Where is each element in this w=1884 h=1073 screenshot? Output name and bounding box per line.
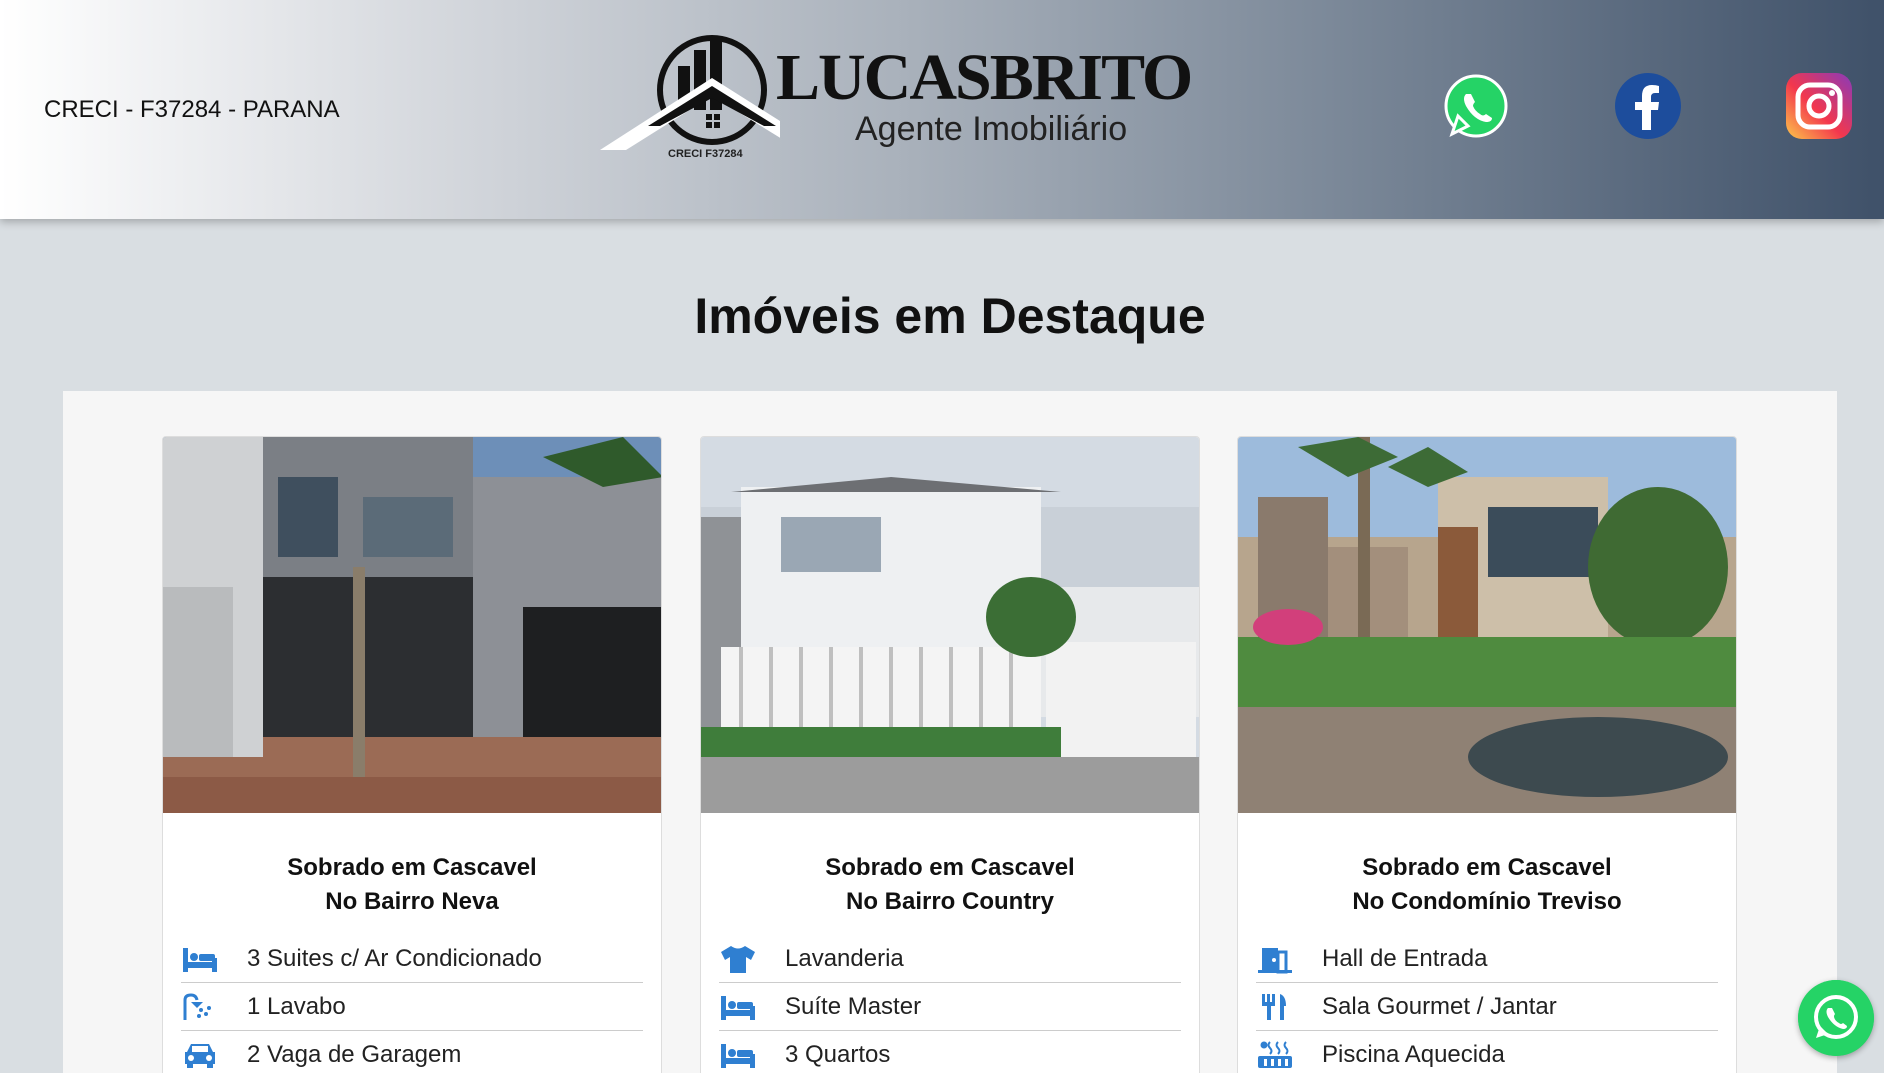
list-item: Lavanderia [719,935,1181,983]
list-item: 3 Suites c/ Ar Condicionado [181,935,643,983]
hot-tub-icon [1258,1040,1292,1068]
card-title-line1: Sobrado em Cascavel [825,854,1075,881]
logo-house-icon [600,35,780,150]
list-item: 2 Vaga de Garagem [181,1031,643,1073]
logo-subtitle: Agente Imobiliário [855,110,1128,148]
shirt-icon [721,945,755,973]
list-item: 3 Quartos [719,1031,1181,1073]
feature-list: Lavanderia Suíte Master 3 Quartos [719,935,1181,1073]
card-title-line1: Sobrado em Cascavel [1362,854,1612,881]
feature-list: Hall de Entrada Sala Gourmet / Jantar Pi… [1256,935,1718,1073]
instagram-icon[interactable] [1785,72,1853,140]
creci-text: CRECI - F37284 - PARANA [44,96,340,123]
property-photo[interactable] [1238,437,1737,813]
bed-icon [721,995,755,1020]
logo-creci: CRECI F37284 [668,148,743,160]
card-title-line2: No Condomínio Treviso [1352,888,1622,915]
feature-label: 2 Vaga de Garagem [247,1040,462,1068]
card-title: Sobrado em Cascavel No Condomínio Trevis… [1238,851,1736,919]
bed-icon [183,947,217,972]
feature-label: 3 Quartos [785,1040,891,1068]
car-icon [185,1043,215,1068]
feature-label: Lavanderia [785,944,904,972]
shower-icon [183,992,211,1020]
section-title: Imóveis em Destaque [694,288,1206,344]
card-title: Sobrado em Cascavel No Bairro Country [701,851,1199,919]
card-title: Sobrado em Cascavel No Bairro Neva [163,851,661,919]
list-item: Suíte Master [719,983,1181,1031]
logo-name: LUCASBRITO [776,41,1193,114]
feature-list: 3 Suites c/ Ar Condicionado 1 Lavabo 2 V… [181,935,643,1073]
list-item: Hall de Entrada [1256,935,1718,983]
feature-label: 3 Suites c/ Ar Condicionado [247,944,542,972]
floating-whatsapp-button[interactable] [1798,980,1874,1056]
list-item: Sala Gourmet / Jantar [1256,983,1718,1031]
bed-icon [721,1043,755,1068]
feature-label: Piscina Aquecida [1322,1040,1505,1068]
feature-label: Hall de Entrada [1322,944,1488,972]
feature-label: Suíte Master [785,992,922,1020]
facebook-icon[interactable] [1614,72,1682,140]
property-card[interactable]: Sobrado em Cascavel No Condomínio Trevis… [1237,436,1737,1073]
logo[interactable]: LUCASBRITO Agente Imobiliário CRECI F372… [600,28,1220,168]
card-title-line1: Sobrado em Cascavel [287,854,537,881]
property-photo[interactable] [701,437,1200,813]
property-card[interactable]: Sobrado em Cascavel No Bairro Neva 3 Sui… [162,436,662,1073]
site-header: CRECI - F37284 - PARANA LUCASBRITO Agent… [0,0,1884,219]
feature-label: Sala Gourmet / Jantar [1322,992,1557,1020]
list-item: Piscina Aquecida [1256,1031,1718,1073]
card-title-line2: No Bairro Neva [325,888,499,915]
feature-label: 1 Lavabo [247,992,346,1020]
whatsapp-icon[interactable] [1442,72,1510,140]
utensils-icon [1262,993,1286,1020]
property-photo[interactable] [163,437,662,813]
list-item: 1 Lavabo [181,983,643,1031]
door-icon [1258,947,1292,973]
card-title-line2: No Bairro Country [845,888,1054,915]
property-card[interactable]: Sobrado em Cascavel No Bairro Country La… [700,436,1200,1073]
